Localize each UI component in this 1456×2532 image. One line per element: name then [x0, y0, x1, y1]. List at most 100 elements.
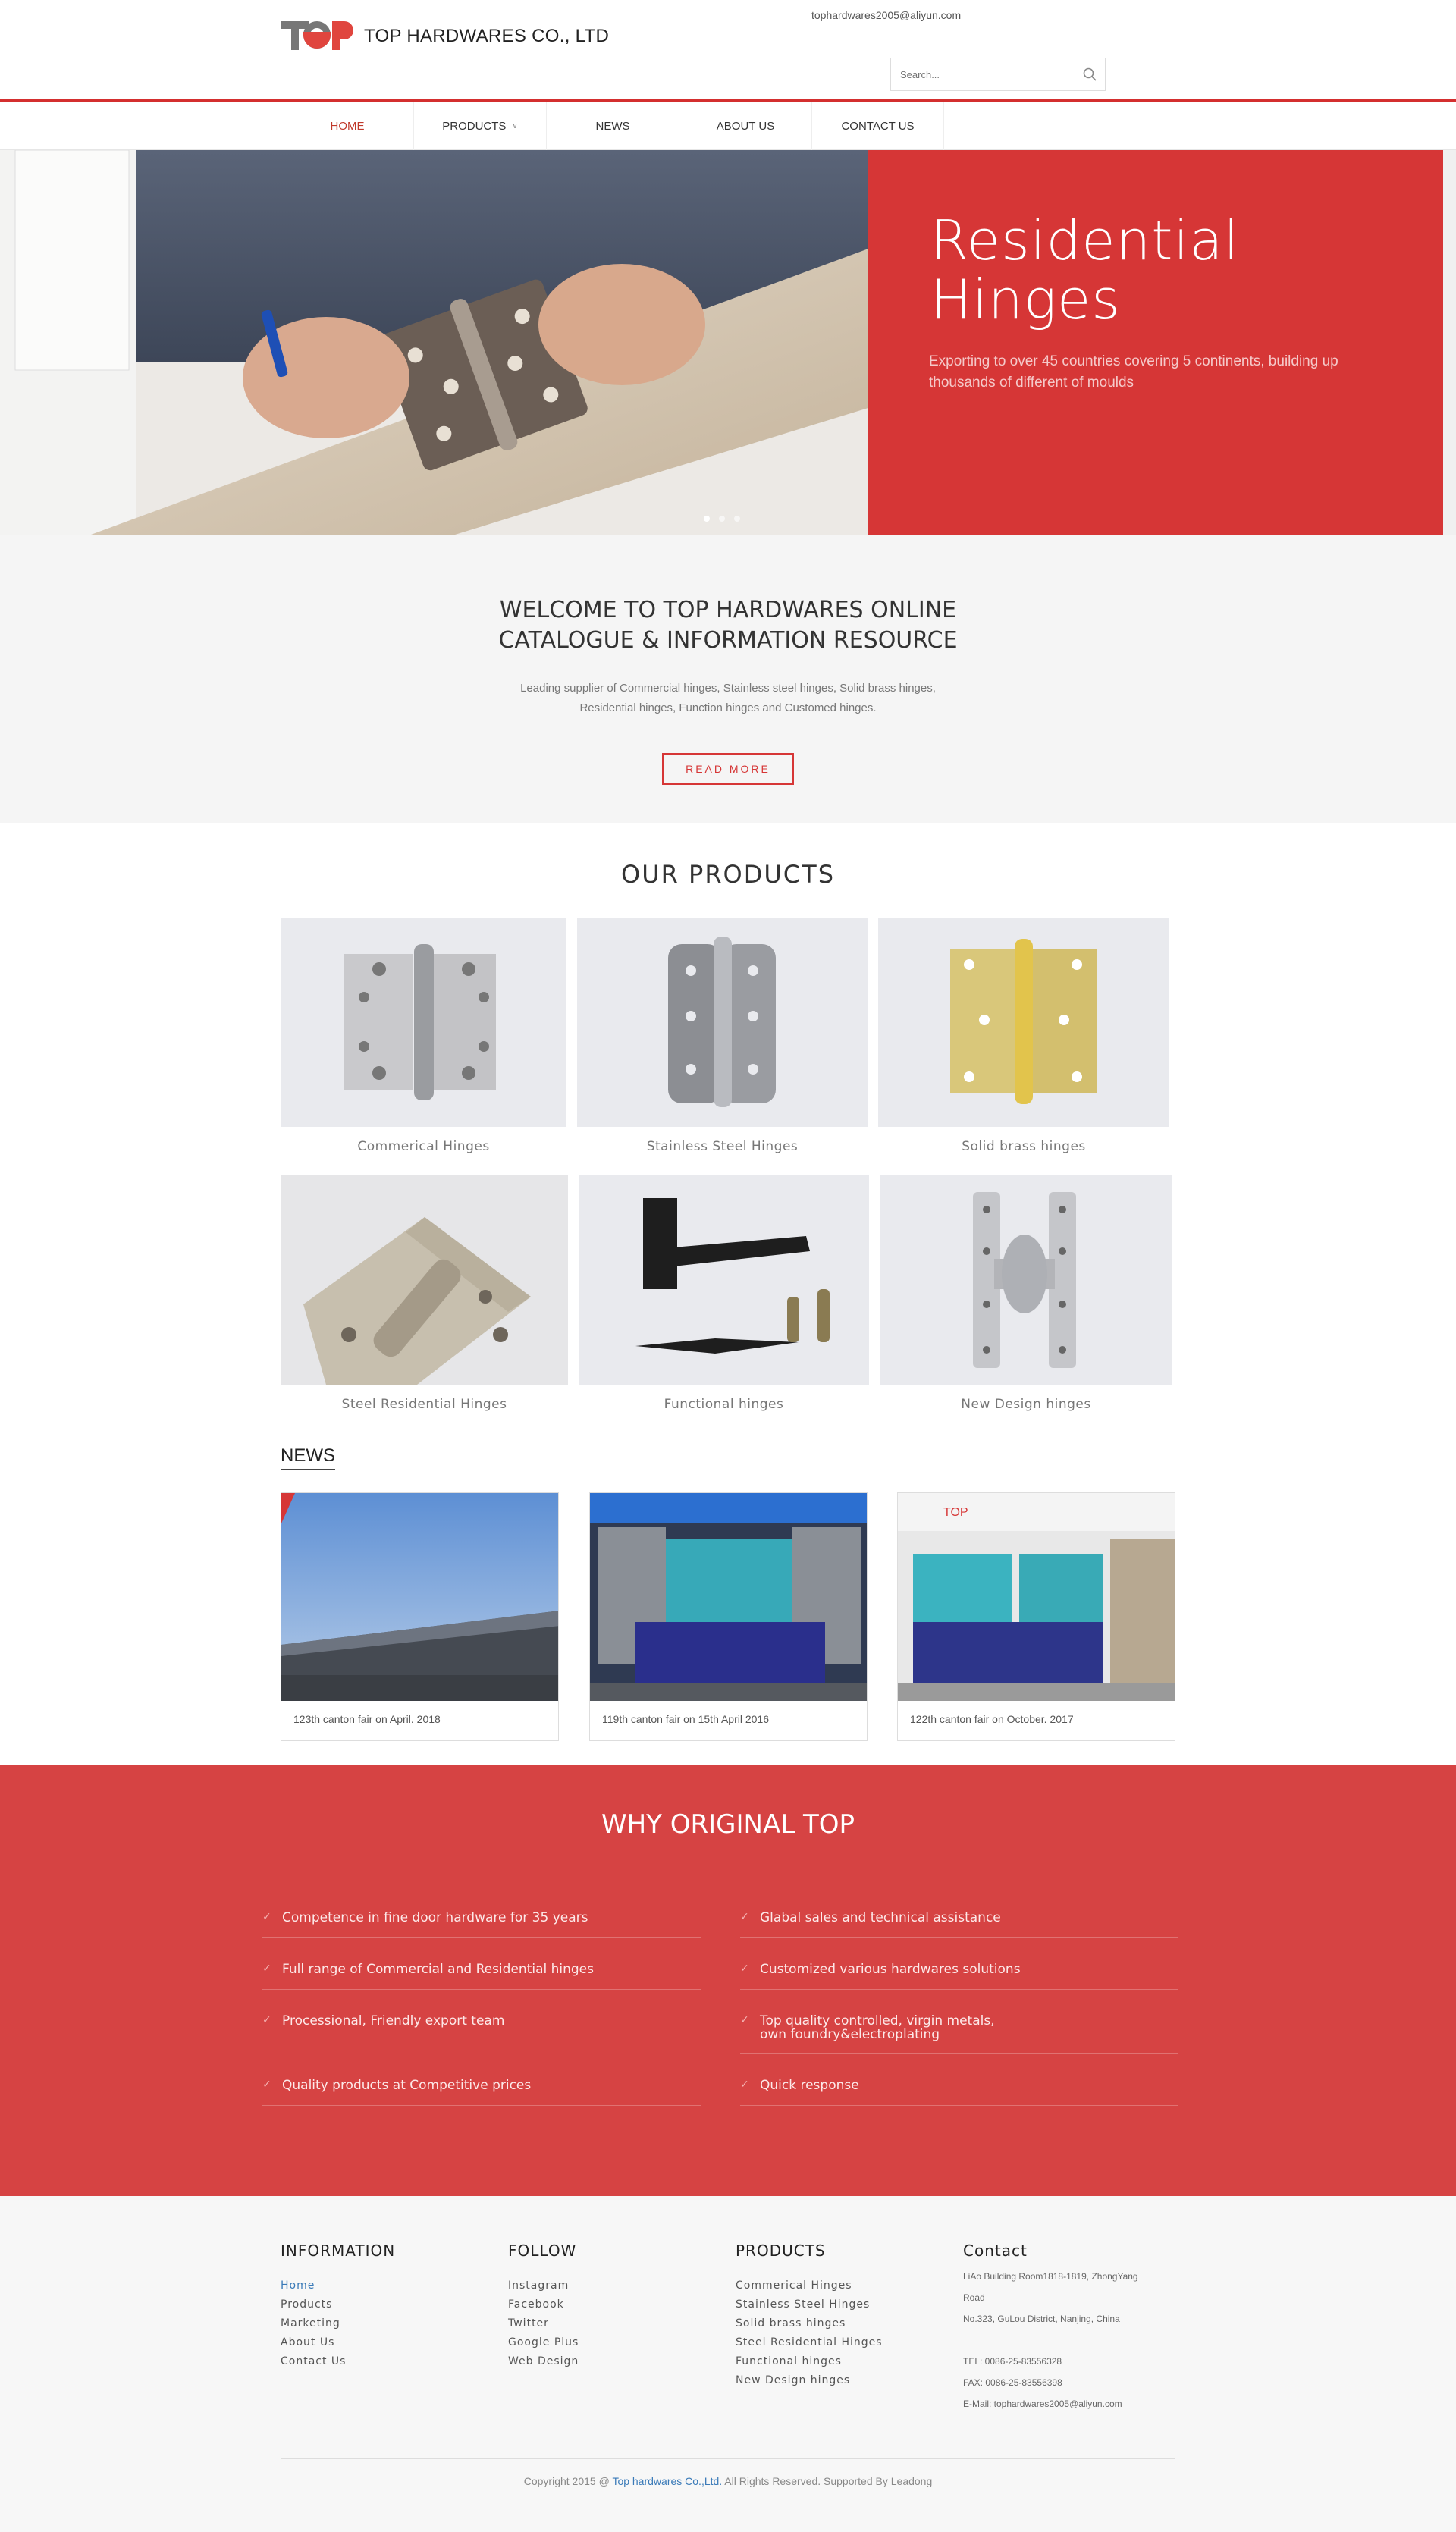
search-icon[interactable] [1082, 67, 1097, 82]
footer-product-link[interactable]: Steel Residential Hinges [736, 2333, 883, 2352]
news-card[interactable]: 123th canton fair on April. 2018 [281, 1492, 559, 1741]
footer-follow-title: FOLLOW [508, 2242, 577, 2260]
nav-contact-us[interactable]: CONTACT US [811, 102, 944, 150]
hero-slider[interactable]: Residential Hinges Exporting to over 45 … [0, 150, 1456, 535]
why-item: ✓ Glabal sales and technical assistance [740, 1911, 1178, 1938]
site-header: TOP HARDWARES CO., LTD tophardwares2005@… [0, 0, 1456, 102]
why-item: ✓ Top quality controlled, virgin metals, … [740, 2014, 1178, 2054]
main-nav: HOME PRODUCTS ∨ NEWS ABOUT US CONTACT US [0, 102, 1456, 150]
check-icon: ✓ [262, 2079, 271, 2091]
check-icon: ✓ [262, 1911, 271, 1923]
product-image [577, 918, 868, 1127]
footer-divider [281, 2458, 1175, 2459]
product-card[interactable]: Steel Residential Hinges [281, 1175, 568, 1426]
footer-link-web-design[interactable]: Web Design [508, 2352, 579, 2371]
news-card[interactable]: TOP 122th canton fair on October. 2017 [897, 1492, 1175, 1741]
check-icon: ✓ [740, 2014, 749, 2026]
contact-address: No.323, GuLou District, Nanjing, China [963, 2314, 1120, 2324]
search-box [890, 58, 1106, 91]
contact-fax: FAX: 0086-25-83556398 [963, 2377, 1062, 2388]
product-card[interactable]: Commerical Hinges [281, 918, 566, 1168]
slider-dot-1[interactable] [704, 516, 710, 522]
contact-email[interactable]: E-Mail: tophardwares2005@aliyun.com [963, 2393, 1175, 2414]
nav-home[interactable]: HOME [281, 102, 413, 150]
product-image [281, 918, 566, 1127]
footer-link-about-us[interactable]: About Us [281, 2333, 395, 2352]
footer-link-google-plus[interactable]: Google Plus [508, 2333, 579, 2352]
footer-link-facebook[interactable]: Facebook [508, 2295, 579, 2314]
site-footer: INFORMATION Home Products Marketing Abou… [0, 2196, 1456, 2532]
nav-products[interactable]: PRODUCTS ∨ [413, 102, 546, 150]
hero-image [0, 150, 868, 535]
footer-product-link[interactable]: Commerical Hinges [736, 2276, 883, 2295]
nav-news[interactable]: NEWS [546, 102, 679, 150]
why-section: WHY ORIGINAL TOP ✓ Competence in fine doo… [0, 1765, 1456, 2196]
copyright-company-link[interactable]: Top hardwares Co.,Ltd. [612, 2475, 722, 2487]
footer-contact: Contact LiAo Building Room1818-1819, Zho… [963, 2242, 1175, 2414]
news-image [590, 1493, 867, 1701]
product-image [880, 1175, 1172, 1385]
logo-text: TOP HARDWARES CO., LTD [364, 26, 610, 46]
footer-information-title: INFORMATION [281, 2242, 396, 2260]
footer-product-link[interactable]: Stainless Steel Hinges [736, 2295, 883, 2314]
svg-text:TOP: TOP [943, 1506, 968, 1519]
why-title: WHY ORIGINAL TOP [601, 1809, 855, 1840]
slider-dot-2[interactable] [719, 516, 725, 522]
product-label: Functional hinges [664, 1397, 784, 1412]
footer-product-link[interactable]: Solid brass hinges [736, 2314, 883, 2333]
footer-products: PRODUCTS Commerical Hinges Stainless Ste… [736, 2242, 883, 2390]
check-icon: ✓ [740, 1963, 749, 1975]
hero-panel: Residential Hinges Exporting to over 45 … [868, 150, 1443, 535]
products-title: OUR PRODUCTS [621, 860, 835, 889]
contact-address: LiAo Building Room1818-1819, ZhongYang [963, 2271, 1138, 2282]
check-icon: ✓ [262, 1963, 271, 1975]
product-card[interactable]: Solid brass hinges [878, 918, 1169, 1168]
footer-link-home[interactable]: Home [281, 2276, 395, 2295]
product-label: New Design hinges [961, 1397, 1091, 1412]
why-item: ✓ Quality products at Competitive prices [262, 2079, 701, 2106]
footer-link-twitter[interactable]: Twitter [508, 2314, 579, 2333]
footer-follow: FOLLOW Instagram Facebook Twitter Google… [508, 2242, 579, 2371]
product-label: Solid brass hinges [962, 1139, 1086, 1154]
product-image [579, 1175, 869, 1385]
product-card[interactable]: Stainless Steel Hinges [577, 918, 868, 1168]
footer-products-title: PRODUCTS [736, 2242, 826, 2260]
check-icon: ✓ [262, 2014, 271, 2026]
check-icon: ✓ [740, 1911, 749, 1923]
hero-subtitle: Exporting to over 45 countries covering … [929, 353, 1338, 391]
header-email[interactable]: tophardwares2005@aliyun.com [811, 9, 961, 21]
news-divider-accent [281, 1469, 335, 1470]
contact-tel: TEL: 0086-25-83556328 [963, 2356, 1062, 2367]
footer-product-link[interactable]: Functional hinges [736, 2352, 883, 2371]
slider-dot-3[interactable] [734, 516, 740, 522]
news-image: TOP [898, 1493, 1175, 1701]
product-label: Steel Residential Hinges [341, 1397, 507, 1412]
footer-product-link[interactable]: New Design hinges [736, 2371, 883, 2390]
why-item: ✓ Processional, Friendly export team [262, 2014, 701, 2041]
page: { "brand": { "logo_text": "TOP HARDWARES… [0, 0, 1456, 2532]
contact-address: Road [963, 2292, 985, 2303]
news-caption: 122th canton fair on October. 2017 [910, 1713, 1074, 1725]
footer-link-products[interactable]: Products [281, 2295, 395, 2314]
footer-information: INFORMATION Home Products Marketing Abou… [281, 2242, 395, 2371]
welcome-title: WELCOME TO TOP HARDWARES ONLINE CATALOGU… [498, 597, 958, 654]
nav-about-us[interactable]: ABOUT US [679, 102, 811, 150]
hero-title: Residential Hinges [930, 209, 1240, 331]
footer-link-instagram[interactable]: Instagram [508, 2276, 579, 2295]
why-item: ✓ Competence in fine door hardware for 35… [262, 1911, 701, 1938]
product-image [281, 1175, 568, 1385]
logo[interactable]: TOP HARDWARES CO., LTD [281, 18, 609, 55]
news-card[interactable]: 119th canton fair on 15th April 2016 [589, 1492, 868, 1741]
news-title: NEWS [281, 1445, 335, 1466]
search-input[interactable] [891, 58, 1065, 90]
why-item: ✓ Full range of Commercial and Residentia… [262, 1963, 701, 1990]
welcome-section: WELCOME TO TOP HARDWARES ONLINE CATALOGU… [0, 535, 1456, 823]
footer-link-marketing[interactable]: Marketing [281, 2314, 395, 2333]
slider-dots [704, 516, 740, 522]
product-card[interactable]: New Design hinges [880, 1175, 1172, 1426]
read-more-button[interactable]: READ MORE [662, 753, 794, 785]
footer-link-contact-us[interactable]: Contact Us [281, 2352, 395, 2371]
why-item: ✓ Customized various hardwares solutions [740, 1963, 1178, 1990]
check-icon: ✓ [740, 2079, 749, 2091]
product-card[interactable]: Functional hinges [579, 1175, 869, 1426]
